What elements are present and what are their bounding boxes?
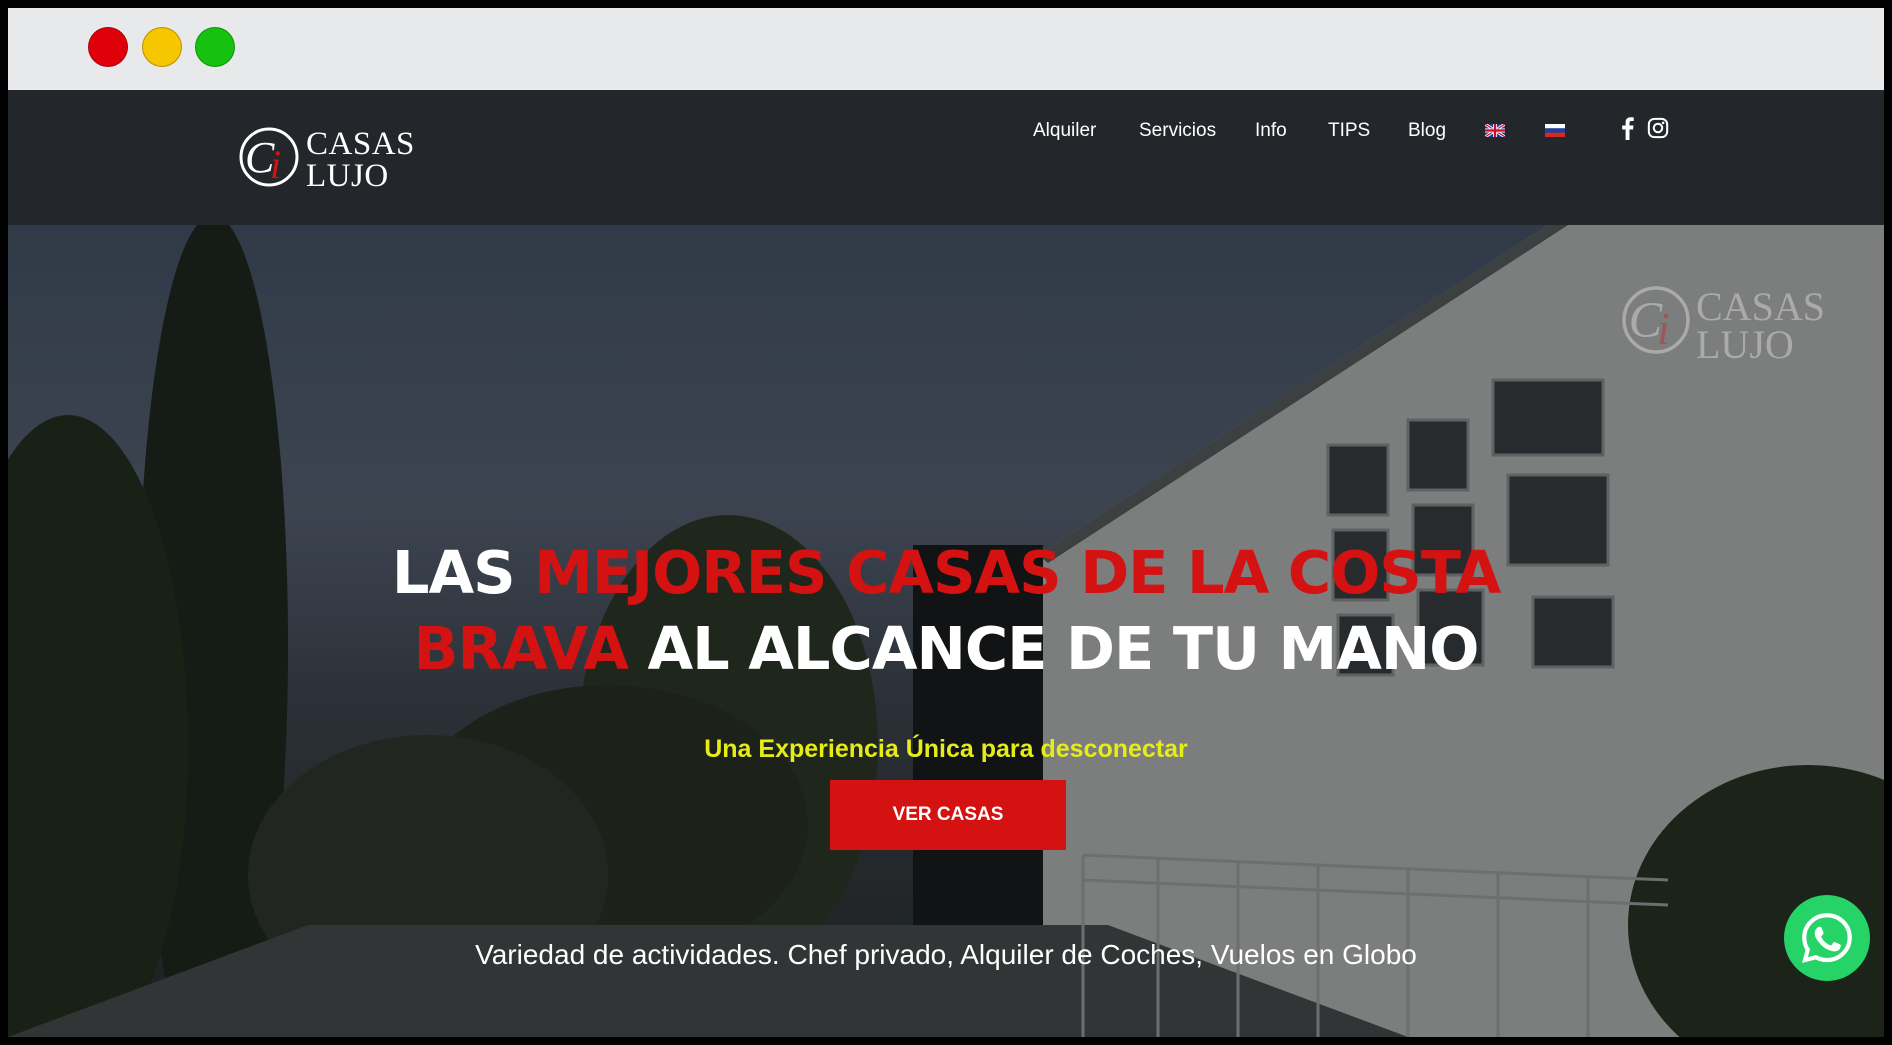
logo-text: CASAS LUJO — [306, 126, 415, 194]
headline-red-1: MEJORES CASAS DE LA COSTA — [534, 538, 1501, 607]
svg-text:i: i — [1657, 303, 1670, 354]
logo-monogram-icon: C i — [239, 127, 299, 187]
hero-section: C i CASAS LUJO LAS MEJORES CASAS DE LA C… — [8, 225, 1884, 1037]
close-window-button[interactable] — [88, 27, 128, 67]
headline-line-2: BRAVA AL ALCANCE DE TU MANO — [8, 611, 1884, 687]
logo-line-2: LUJO — [306, 158, 389, 194]
svg-text:i: i — [270, 142, 281, 187]
nav-item-servicios[interactable]: Servicios — [1139, 120, 1216, 142]
hero-activities-text: Variedad de actividades. Chef privado, A… — [475, 939, 1417, 970]
nav-item-tips[interactable]: TIPS — [1328, 120, 1370, 142]
watermark-line-2: LUJO — [1696, 322, 1794, 367]
headline-white-2: AL ALCANCE DE TU MANO — [627, 614, 1479, 683]
uk-flag-icon[interactable] — [1485, 124, 1505, 137]
russia-flag-icon[interactable] — [1545, 124, 1565, 137]
instagram-icon[interactable] — [1647, 116, 1669, 140]
window-titlebar — [8, 8, 1884, 82]
browser-window: C i CASAS LUJO Alquiler Servicios Info T… — [8, 8, 1884, 1037]
nav-item-info[interactable]: Info — [1255, 120, 1287, 142]
logo-line-1: CASAS — [306, 126, 415, 162]
ver-casas-button[interactable]: VER CASAS — [830, 780, 1066, 850]
minimize-window-button[interactable] — [142, 27, 182, 67]
headline-white-1: LAS — [391, 538, 535, 607]
watermark-line-1: CASAS — [1696, 284, 1825, 329]
watermark-text: CASAS LUJO — [1696, 284, 1825, 367]
headline-red-2: BRAVA — [413, 614, 629, 683]
hero-subtitle: Una Experiencia Única para desconectar — [704, 735, 1188, 763]
whatsapp-button[interactable] — [1784, 895, 1870, 981]
headline-line-1: LAS MEJORES CASAS DE LA COSTA — [8, 535, 1884, 611]
site-logo[interactable]: C i CASAS LUJO — [236, 120, 446, 196]
hero-headline: LAS MEJORES CASAS DE LA COSTA BRAVA AL A… — [8, 535, 1884, 687]
site-header: C i CASAS LUJO Alquiler Servicios Info T… — [8, 90, 1884, 225]
watermark-logo: C i CASAS LUJO — [1618, 280, 1858, 365]
nav-item-blog[interactable]: Blog — [1408, 120, 1446, 142]
watermark-monogram-icon: C i — [1622, 286, 1690, 354]
whatsapp-icon — [1801, 913, 1852, 963]
nav-item-alquiler[interactable]: Alquiler — [1033, 120, 1096, 142]
page-viewport: C i CASAS LUJO Alquiler Servicios Info T… — [8, 90, 1884, 1037]
maximize-window-button[interactable] — [195, 27, 235, 67]
facebook-icon[interactable] — [1617, 116, 1639, 140]
